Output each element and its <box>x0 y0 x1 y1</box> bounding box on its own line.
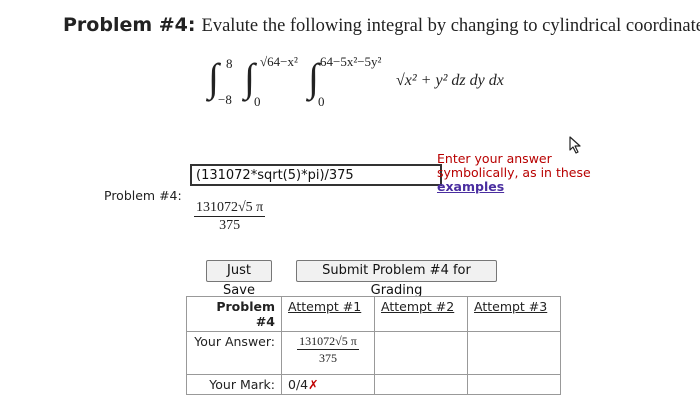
mouse-pointer-icon <box>569 136 581 154</box>
attempt-1-mark: 0/4 <box>288 377 309 392</box>
attempt-1-link[interactable]: Attempt #1 <box>288 299 361 314</box>
your-answer-label: Your Answer: <box>186 331 282 375</box>
attempt-status-table: Problem #4 Attempt #1 Attempt #2 Attempt… <box>186 296 561 395</box>
problem-number: Problem #4: <box>63 14 196 36</box>
int3-upper-limit: 64−5x²−5y² <box>320 54 382 69</box>
integrand: √x² + y² dz dy dx <box>396 72 504 89</box>
submit-button[interactable]: Submit Problem #4 for Grading <box>296 260 497 298</box>
int1-lower-limit: −8 <box>218 92 232 107</box>
table-row: Problem #4 Attempt #1 Attempt #2 Attempt… <box>186 296 561 332</box>
int1-upper-limit: 8 <box>226 56 233 71</box>
attempt-2-mark <box>374 374 468 395</box>
attempt-3-mark <box>467 374 561 395</box>
problem-label: Problem #4: <box>104 188 182 203</box>
your-mark-label: Your Mark: <box>186 374 282 395</box>
preview-numerator: 131072√5 π <box>194 200 266 217</box>
integral-sign-3: ∫ <box>308 55 319 100</box>
header-problem-cell: Problem #4 <box>186 296 282 332</box>
wrong-mark-icon: ✗ <box>308 377 319 392</box>
attempt-3-answer <box>467 331 561 375</box>
attempt-1-answer-denominator: 375 <box>319 351 337 365</box>
examples-link[interactable]: examples <box>437 179 504 194</box>
preview-denominator: 375 <box>219 218 241 233</box>
problem-title: Problem #4: Evalute the following integr… <box>63 14 700 37</box>
answer-input[interactable] <box>190 164 442 186</box>
table-row: Your Mark: 0/4✗ <box>186 374 561 395</box>
answer-hint: Enter your answer symbolically, as in th… <box>437 152 607 194</box>
problem-description: Evalute the following integral by changi… <box>201 16 700 36</box>
hint-line-1: Enter your answer <box>437 151 552 166</box>
int3-lower-limit: 0 <box>318 94 325 109</box>
hint-line-2: symbolically, as in these <box>437 165 591 180</box>
integral-formula: ∫ 8 −8 ∫ √64−x² 0 ∫ 64−5x²−5y² 0 √x² + y… <box>208 52 548 114</box>
integral-sign-2: ∫ <box>244 55 255 100</box>
attempt-3-link[interactable]: Attempt #3 <box>474 299 547 314</box>
int2-upper-limit: √64−x² <box>260 54 298 69</box>
int2-lower-limit: 0 <box>254 94 261 109</box>
attempt-1-answer-numerator: 131072√5 π <box>297 334 359 350</box>
answer-preview: 131072√5 π 375 <box>194 200 266 234</box>
table-row: Your Answer: 131072√5 π 375 <box>186 331 561 375</box>
just-save-button[interactable]: Just Save <box>206 260 272 298</box>
attempt-2-answer <box>374 331 468 375</box>
attempt-2-link[interactable]: Attempt #2 <box>381 299 454 314</box>
